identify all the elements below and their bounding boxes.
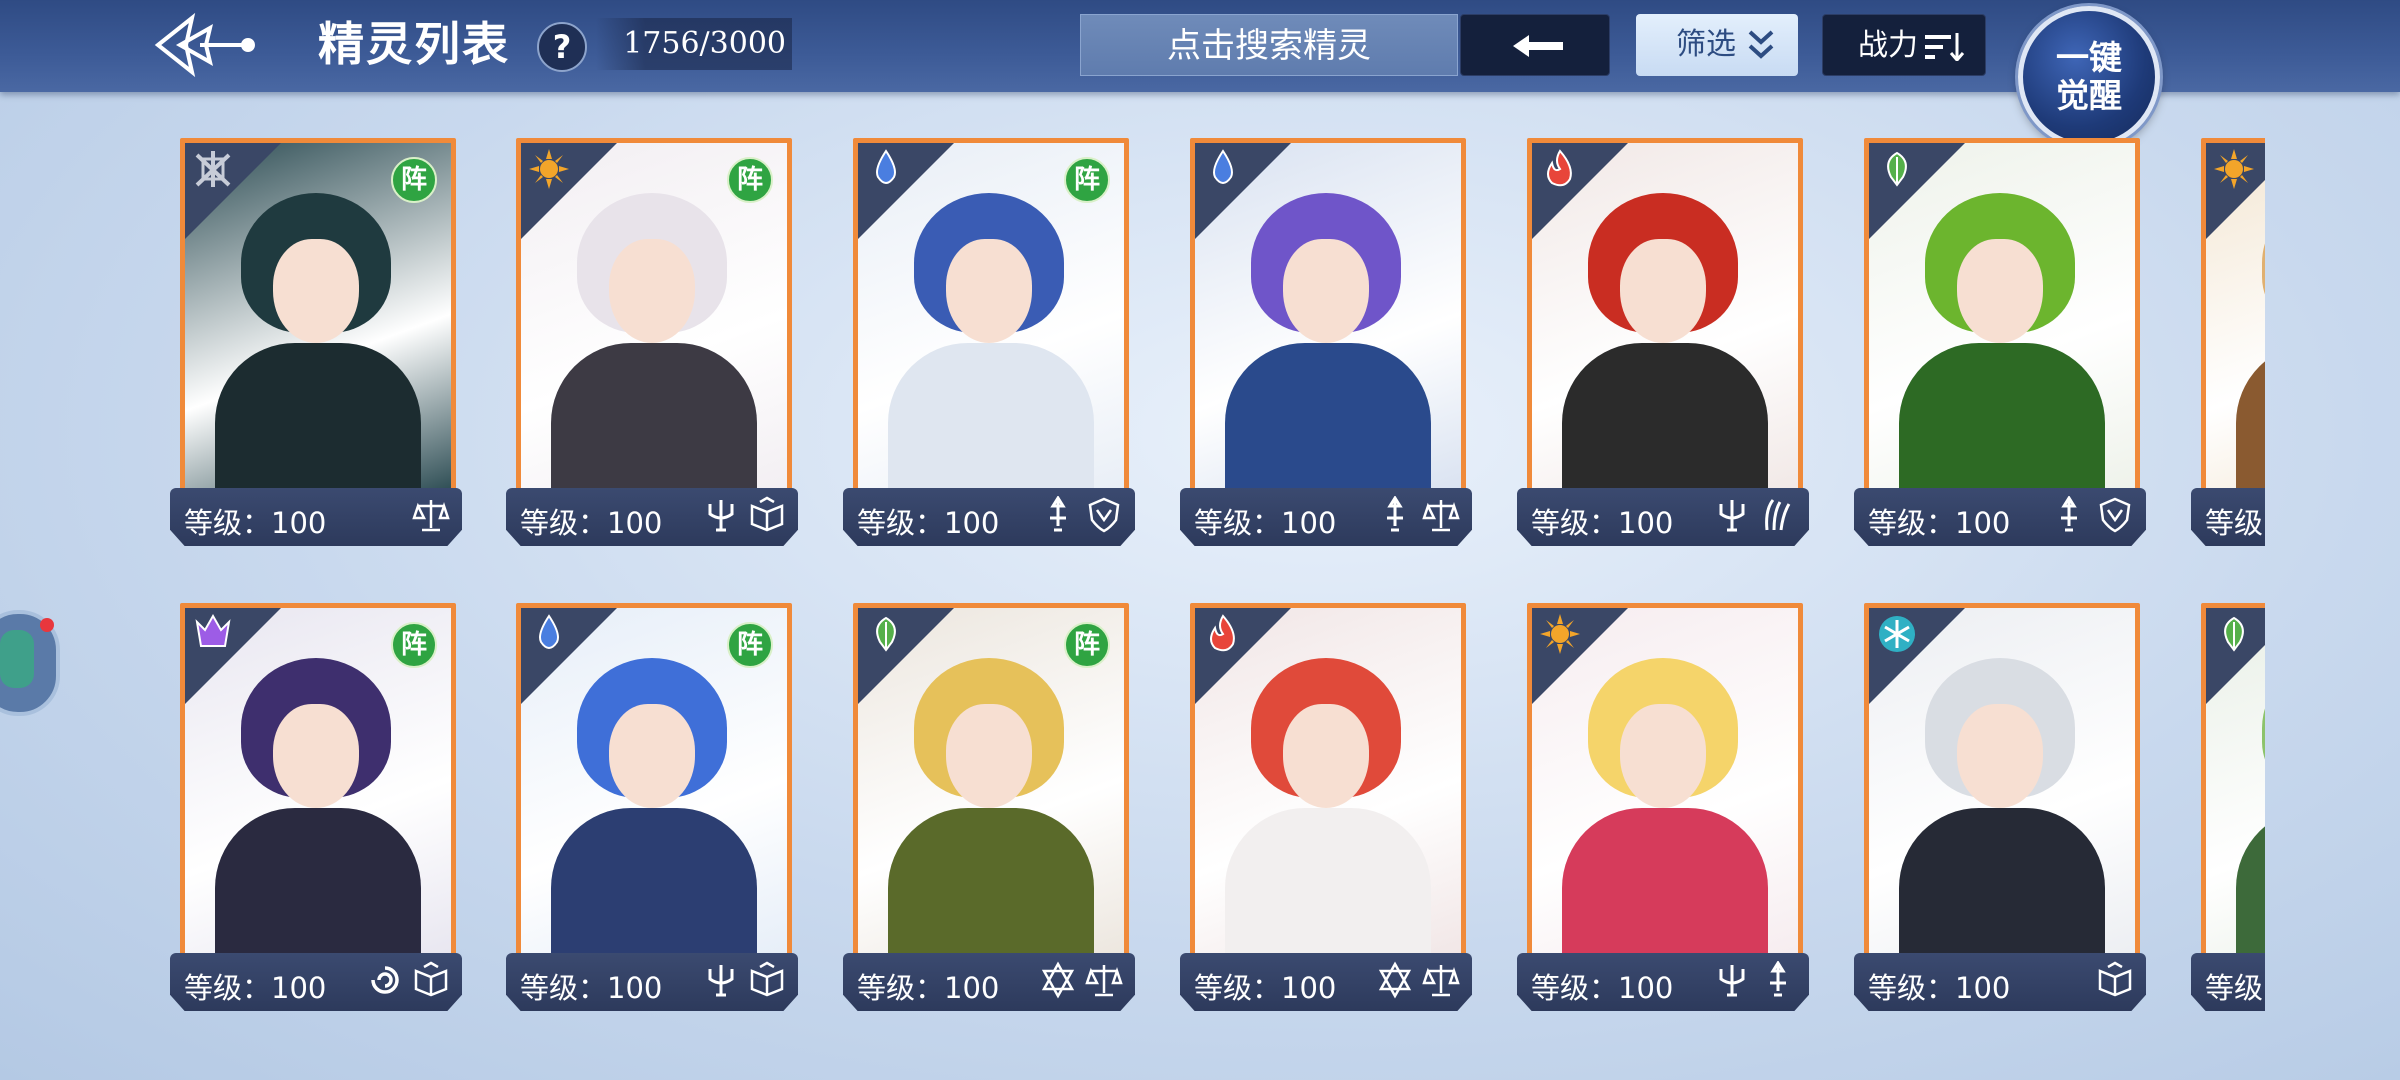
level-label: 等级：100	[857, 506, 1000, 540]
trident-icon	[1719, 500, 1745, 532]
grass-icon	[876, 616, 896, 652]
spirit-card[interactable]: 等级：100	[1854, 138, 2146, 558]
spirit-card[interactable]: 阵 等级：100	[843, 138, 1135, 558]
spirit-portrait: 阵	[853, 603, 1129, 963]
spirit-card[interactable]: 阵 等级：100	[170, 138, 462, 558]
card-info-plate: 等级：100	[1180, 488, 1472, 546]
balance-icon	[1422, 965, 1460, 997]
star-icon	[1041, 961, 1075, 999]
level-label: 等级：100	[1868, 506, 2011, 540]
level-label: 等级：100	[857, 971, 1000, 1005]
level-label: 等级：100	[1868, 971, 2011, 1005]
spirit-portrait	[2201, 138, 2265, 498]
spirit-portrait: 阵	[180, 138, 456, 498]
sword-icon	[1770, 961, 1786, 997]
sword-icon	[1050, 496, 1066, 532]
spirit-card[interactable]: 阵 等级：100	[843, 603, 1135, 1023]
trident-icon	[708, 500, 734, 532]
card-info-plate: 等级：100	[1517, 953, 1809, 1011]
card-info-plate: 等级：100	[2191, 488, 2265, 546]
level-label: 等级：100	[1531, 971, 1674, 1005]
spirit-portrait: 阵	[516, 138, 792, 498]
light-icon	[529, 149, 569, 189]
fire-icon	[1210, 614, 1235, 652]
spirit-portrait	[2201, 603, 2265, 963]
star-icon	[1378, 961, 1412, 999]
water-icon	[876, 149, 896, 184]
card-info-plate: 等级：100	[843, 953, 1135, 1011]
level-label: 等级：100	[1531, 506, 1674, 540]
grass-icon	[2224, 616, 2244, 652]
card-info-plate: 等级：100	[170, 488, 462, 546]
spirit-card[interactable]: 阵 等级：100	[506, 138, 798, 558]
formation-badge: 阵	[1064, 622, 1110, 668]
spirit-portrait	[1527, 138, 1803, 498]
balance-icon	[412, 500, 450, 532]
level-label: 等级：100	[184, 971, 327, 1005]
dark-icon	[195, 613, 231, 647]
spirit-card[interactable]: 等级：100	[2191, 603, 2265, 1023]
spirit-card[interactable]: 阵 等级：100	[170, 603, 462, 1023]
water-icon	[539, 614, 559, 649]
spirit-portrait: 阵	[516, 603, 792, 963]
light-icon	[1540, 614, 1580, 654]
claw-icon	[1765, 499, 1791, 531]
level-label: 等级：100	[2205, 971, 2265, 1005]
spirit-portrait	[1190, 138, 1466, 498]
light-icon	[2214, 149, 2254, 189]
sword-icon	[2061, 496, 2077, 532]
spirit-portrait: 阵	[853, 138, 1129, 498]
card-info-plate: 等级：100	[1517, 488, 1809, 546]
level-label: 等级：100	[1194, 506, 1337, 540]
spirit-portrait	[1190, 603, 1466, 963]
spirit-portrait	[1527, 603, 1803, 963]
card-info-plate: 等级：100	[506, 953, 798, 1011]
spirit-portrait	[1864, 138, 2140, 498]
spirit-card[interactable]: 等级：100	[1180, 603, 1472, 1023]
spirit-portrait	[1864, 603, 2140, 963]
card-info-plate: 等级：100	[1854, 488, 2146, 546]
spirit-portrait: 阵	[180, 603, 456, 963]
level-label: 等级：100	[520, 506, 663, 540]
formation-badge: 阵	[391, 622, 437, 668]
grass-icon	[1887, 151, 1907, 187]
level-label: 等级：100	[520, 971, 663, 1005]
shield-icon	[1088, 497, 1120, 533]
trident-icon	[708, 965, 734, 997]
card-info-plate: 等级：100	[1854, 953, 2146, 1011]
book-icon	[414, 961, 448, 997]
level-label: 等级：100	[1194, 971, 1337, 1005]
formation-badge: 阵	[727, 157, 773, 203]
swirl-icon	[371, 966, 399, 994]
ice-icon	[1879, 616, 1915, 652]
card-info-plate: 等级：100	[170, 953, 462, 1011]
spirit-grid: 阵 等级：100 阵 等级：100 阵 等级：100 等级：100 等级：100…	[0, 0, 2265, 1080]
sword-icon	[1387, 496, 1403, 532]
wind-icon	[195, 151, 231, 187]
spirit-card[interactable]: 等级：100	[1180, 138, 1472, 558]
spirit-card[interactable]: 等级：100	[2191, 138, 2265, 558]
book-icon	[750, 496, 784, 532]
balance-icon	[1085, 965, 1123, 997]
formation-badge: 阵	[1064, 157, 1110, 203]
balance-icon	[1422, 500, 1460, 532]
spirit-card[interactable]: 等级：100	[1517, 138, 1809, 558]
spirit-card[interactable]: 等级：100	[1517, 603, 1809, 1023]
card-info-plate: 等级：100	[506, 488, 798, 546]
shield-icon	[2099, 497, 2131, 533]
card-info-plate: 等级：100	[1180, 953, 1472, 1011]
trident-icon	[1719, 965, 1745, 997]
spirit-card[interactable]: 阵 等级：100	[506, 603, 798, 1023]
card-info-plate: 等级：100	[2191, 953, 2265, 1011]
book-icon	[750, 961, 784, 997]
fire-icon	[1547, 149, 1572, 187]
formation-badge: 阵	[391, 157, 437, 203]
level-label: 等级：100	[184, 506, 327, 540]
formation-badge: 阵	[727, 622, 773, 668]
spirit-card[interactable]: 等级：100	[1854, 603, 2146, 1023]
level-label: 等级：100	[2205, 506, 2265, 540]
water-icon	[1213, 149, 1233, 184]
card-info-plate: 等级：100	[843, 488, 1135, 546]
book-icon	[2098, 961, 2132, 997]
